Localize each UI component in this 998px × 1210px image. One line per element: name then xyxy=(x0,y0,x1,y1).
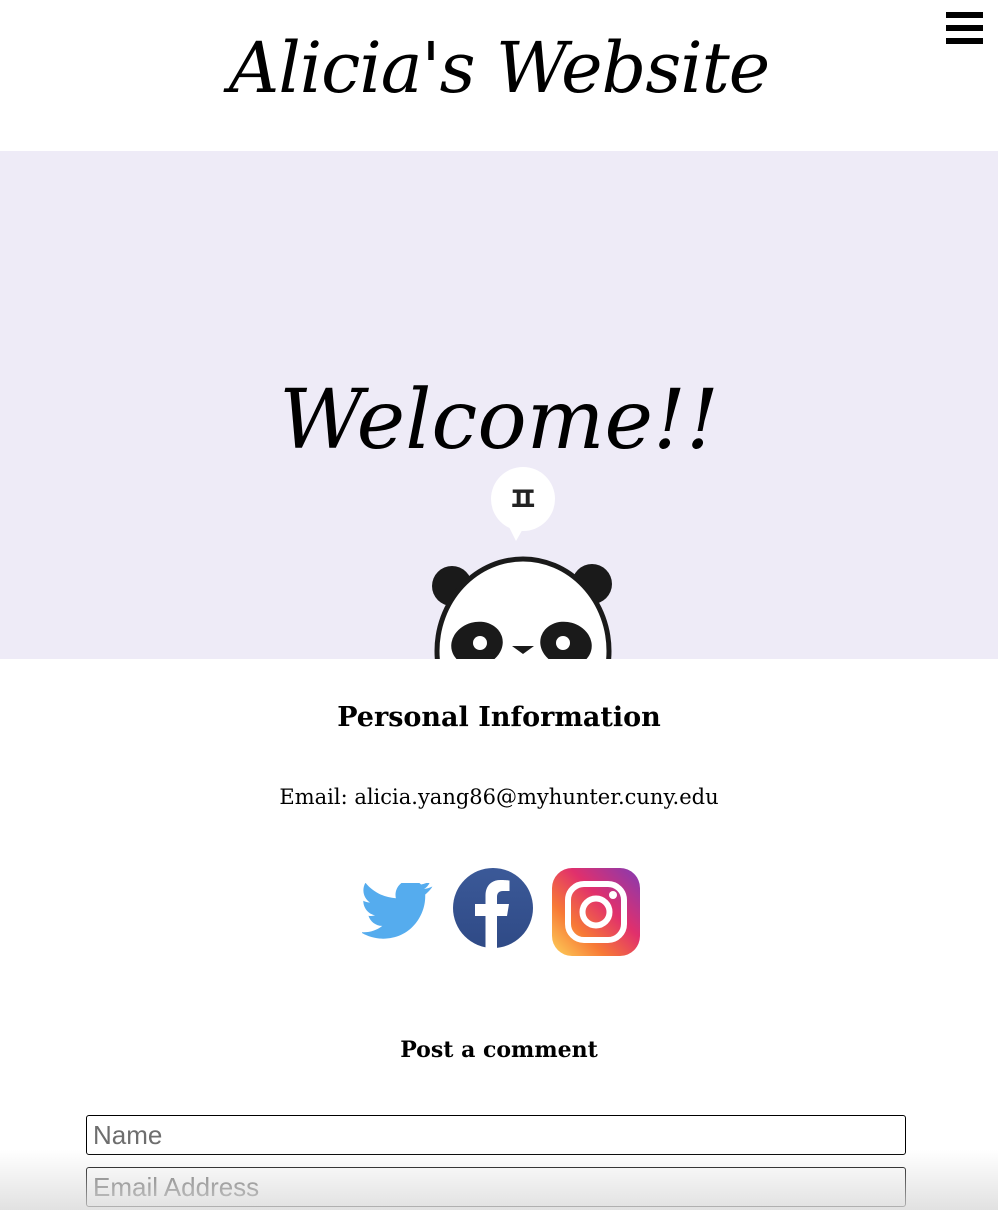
facebook-icon[interactable] xyxy=(452,867,534,949)
hero-banner: Welcome!! ㅍ xyxy=(0,151,998,659)
name-input[interactable] xyxy=(86,1115,906,1155)
instagram-icon[interactable] xyxy=(551,867,641,957)
email-text: Email: alicia.yang86@myhunter.cuny.edu xyxy=(279,785,719,809)
speech-bubble-text: ㅍ xyxy=(507,480,538,520)
page: Alicia's Website Welcome!! ㅍ Personal In… xyxy=(0,0,998,1210)
post-comment-heading: Post a comment xyxy=(400,1037,598,1063)
personal-info-heading: Personal Information xyxy=(337,702,661,733)
personal-info-section: Personal Information Email: alicia.yang8… xyxy=(0,659,998,1210)
site-title: Alicia's Website xyxy=(228,27,770,109)
email-address-input[interactable] xyxy=(86,1167,906,1207)
panda-illustration: ㅍ xyxy=(432,467,612,659)
site-header: Alicia's Website xyxy=(0,0,998,151)
speech-bubble: ㅍ xyxy=(491,467,555,541)
twitter-icon[interactable] xyxy=(362,883,434,941)
welcome-heading: Welcome!! xyxy=(279,373,719,468)
hamburger-menu-icon[interactable] xyxy=(946,12,983,44)
